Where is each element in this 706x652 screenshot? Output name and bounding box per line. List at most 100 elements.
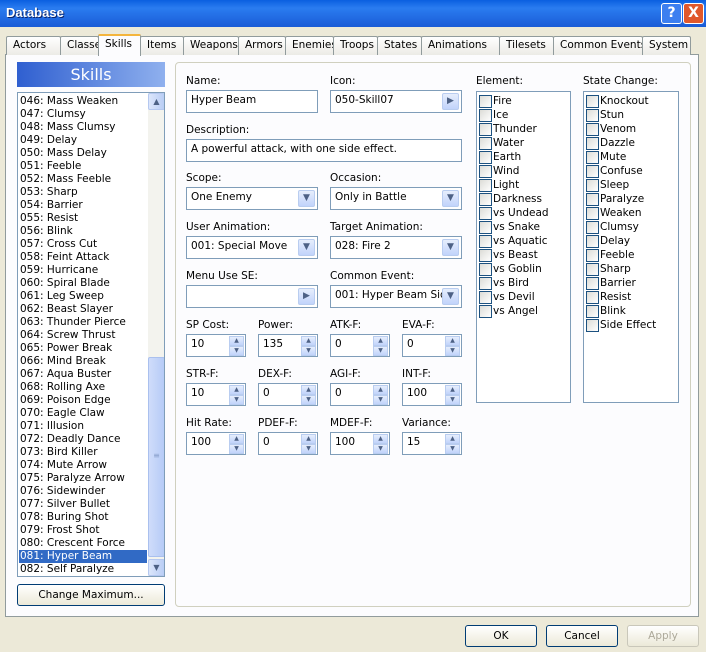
checkbox-confuse[interactable]: Confuse — [586, 164, 643, 178]
description-field[interactable]: A powerful attack, with one side effect. — [186, 139, 462, 162]
tab-troops[interactable]: Troops — [333, 36, 378, 55]
help-button[interactable]: ? — [661, 3, 682, 24]
tab-weapons[interactable]: Weapons — [183, 36, 239, 55]
spin-up-icon[interactable]: ▲ — [373, 385, 388, 395]
skills-list[interactable]: ▲ ≡ ▼ 046: Mass Weaken 047: Clumsy 048: Ma… — [17, 92, 165, 577]
spin-down-icon[interactable]: ▼ — [301, 444, 316, 454]
spin-up-icon[interactable]: ▲ — [301, 385, 316, 395]
list-item[interactable]: 077: Silver Bullet — [19, 498, 147, 511]
apply-button[interactable]: Apply — [627, 625, 699, 647]
spin-down-icon[interactable]: ▼ — [229, 444, 244, 454]
list-item[interactable]: 082: Self Paralyze — [19, 563, 147, 576]
checkbox-fire[interactable]: Fire — [479, 94, 512, 108]
occasion-select[interactable]: Only in Battle ▼ — [330, 187, 462, 210]
spin-down-icon[interactable]: ▼ — [373, 395, 388, 405]
list-item[interactable]: 073: Bird Killer — [19, 446, 147, 459]
tab-actors[interactable]: Actors — [6, 36, 61, 55]
checkbox-paralyze[interactable]: Paralyze — [586, 192, 644, 206]
list-item[interactable]: 066: Mind Break — [19, 355, 147, 368]
checkbox-delay[interactable]: Delay — [586, 234, 630, 248]
agi-f-spinner[interactable]: 0 ▲ ▼ — [330, 383, 390, 406]
checkbox-sharp[interactable]: Sharp — [586, 262, 631, 276]
list-item[interactable]: 059: Hurricane — [19, 264, 147, 277]
spin-up-icon[interactable]: ▲ — [445, 434, 460, 444]
list-item[interactable]: 074: Mute Arrow — [19, 459, 147, 472]
browse-arrow-icon[interactable]: ▶ — [442, 93, 459, 110]
checkbox-vs-aquatic[interactable]: vs Aquatic — [479, 234, 548, 248]
list-item[interactable]: 071: Illusion — [19, 420, 147, 433]
list-item[interactable]: 079: Frost Shot — [19, 524, 147, 537]
chevron-down-icon[interactable]: ▼ — [442, 190, 459, 207]
change-maximum-button[interactable]: Change Maximum... — [17, 584, 165, 606]
list-item[interactable]: 055: Resist — [19, 212, 147, 225]
checkbox-blink[interactable]: Blink — [586, 304, 626, 318]
checkbox-stun[interactable]: Stun — [586, 108, 624, 122]
list-item[interactable]: 048: Mass Clumsy — [19, 121, 147, 134]
tab-enemies[interactable]: Enemies — [285, 36, 337, 55]
list-item[interactable]: 064: Screw Thrust — [19, 329, 147, 342]
tab-common-events[interactable]: Common Events — [553, 36, 646, 55]
list-item[interactable]: 060: Spiral Blade — [19, 277, 147, 290]
checkbox-vs-bird[interactable]: vs Bird — [479, 276, 529, 290]
spin-down-icon[interactable]: ▼ — [229, 346, 244, 356]
list-item[interactable]: 046: Mass Weaken — [19, 95, 147, 108]
pdef-f-spinner[interactable]: 0 ▲ ▼ — [258, 432, 318, 455]
spin-up-icon[interactable]: ▲ — [229, 336, 244, 346]
spin-down-icon[interactable]: ▼ — [445, 346, 460, 356]
atk-f-spinner[interactable]: 0 ▲ ▼ — [330, 334, 390, 357]
list-item[interactable]: 062: Beast Slayer — [19, 303, 147, 316]
checkbox-water[interactable]: Water — [479, 136, 524, 150]
str-f-spinner[interactable]: 10 ▲ ▼ — [186, 383, 246, 406]
list-item[interactable]: 080: Crescent Force — [19, 537, 147, 550]
chevron-down-icon[interactable]: ▼ — [442, 239, 459, 256]
list-item[interactable]: 054: Barrier — [19, 199, 147, 212]
power-spinner[interactable]: 135 ▲ ▼ — [258, 334, 318, 357]
checkbox-vs-goblin[interactable]: vs Goblin — [479, 262, 542, 276]
checkbox-thunder[interactable]: Thunder — [479, 122, 537, 136]
list-item[interactable]: 081: Hyper Beam — [19, 550, 147, 563]
list-item[interactable]: 070: Eagle Claw — [19, 407, 147, 420]
list-item[interactable]: 076: Sidewinder — [19, 485, 147, 498]
checkbox-knockout[interactable]: Knockout — [586, 94, 649, 108]
checkbox-weaken[interactable]: Weaken — [586, 206, 641, 220]
name-field[interactable]: Hyper Beam — [186, 90, 318, 113]
list-item[interactable]: 063: Thunder Pierce — [19, 316, 147, 329]
sp-cost-spinner[interactable]: 10 ▲ ▼ — [186, 334, 246, 357]
checkbox-venom[interactable]: Venom — [586, 122, 636, 136]
scroll-up-icon[interactable]: ▲ — [148, 93, 164, 110]
tab-armors[interactable]: Armors — [238, 36, 286, 55]
list-item[interactable]: 068: Rolling Axe — [19, 381, 147, 394]
spin-up-icon[interactable]: ▲ — [301, 434, 316, 444]
cancel-button[interactable]: Cancel — [546, 625, 618, 647]
tab-animations[interactable]: Animations — [421, 36, 500, 55]
scroll-down-icon[interactable]: ▼ — [148, 559, 164, 576]
list-item[interactable]: 072: Deadly Dance — [19, 433, 147, 446]
eva-f-spinner[interactable]: 0 ▲ ▼ — [402, 334, 462, 357]
checkbox-side-effect[interactable]: Side Effect — [586, 318, 656, 332]
list-item[interactable]: 065: Power Break — [19, 342, 147, 355]
scope-select[interactable]: One Enemy ▼ — [186, 187, 318, 210]
dex-f-spinner[interactable]: 0 ▲ ▼ — [258, 383, 318, 406]
chevron-down-icon[interactable]: ▼ — [298, 239, 315, 256]
spin-up-icon[interactable]: ▲ — [373, 336, 388, 346]
user-anim-select[interactable]: 001: Special Move ▼ — [186, 236, 318, 259]
checkbox-barrier[interactable]: Barrier — [586, 276, 636, 290]
checkbox-vs-devil[interactable]: vs Devil — [479, 290, 535, 304]
menu-se-field[interactable]: ▶ — [186, 285, 318, 308]
spin-up-icon[interactable]: ▲ — [445, 336, 460, 346]
list-item[interactable]: 049: Delay — [19, 134, 147, 147]
tab-tilesets[interactable]: Tilesets — [499, 36, 554, 55]
variance-spinner[interactable]: 15 ▲ ▼ — [402, 432, 462, 455]
checkbox-darkness[interactable]: Darkness — [479, 192, 542, 206]
tab-skills[interactable]: Skills — [98, 34, 141, 56]
chevron-down-icon[interactable]: ▼ — [442, 288, 459, 305]
tab-states[interactable]: States — [377, 36, 422, 55]
list-item[interactable]: 056: Blink — [19, 225, 147, 238]
checkbox-dazzle[interactable]: Dazzle — [586, 136, 635, 150]
spin-up-icon[interactable]: ▲ — [229, 385, 244, 395]
spin-down-icon[interactable]: ▼ — [445, 395, 460, 405]
mdef-f-spinner[interactable]: 100 ▲ ▼ — [330, 432, 390, 455]
checkbox-vs-angel[interactable]: vs Angel — [479, 304, 538, 318]
list-item[interactable]: 058: Feint Attack — [19, 251, 147, 264]
checkbox-resist[interactable]: Resist — [586, 290, 631, 304]
